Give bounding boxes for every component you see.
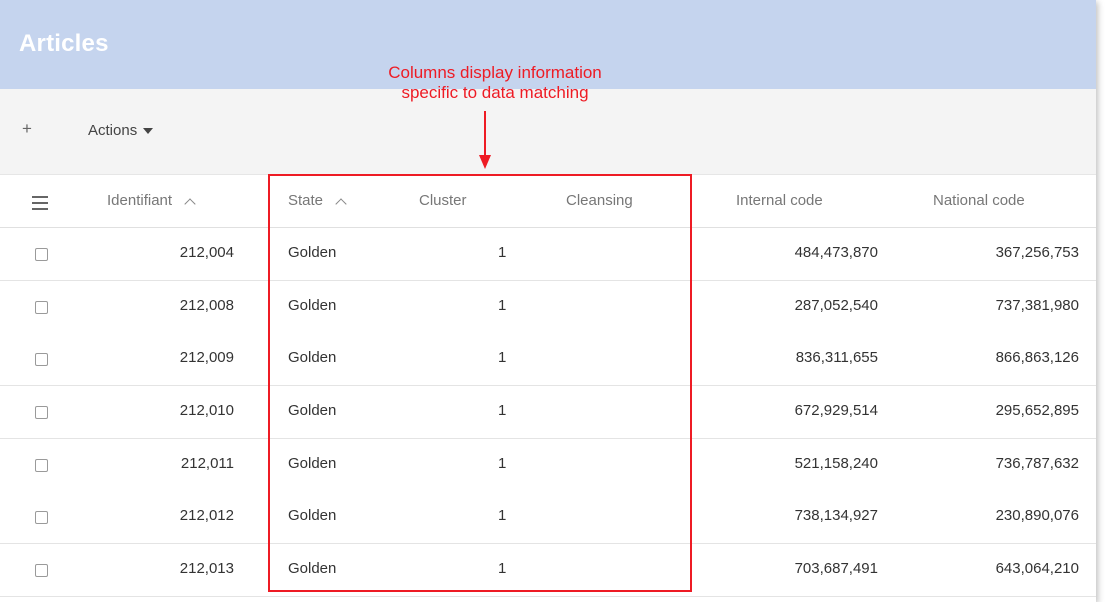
column-header-identifiant[interactable]: Identifiant [107, 192, 196, 210]
table-row[interactable]: 212,012 Golden 1 738,134,927 230,890,076 [0, 491, 1096, 544]
column-label: Identifiant [107, 192, 173, 209]
cell-state: Golden [288, 507, 337, 524]
table-row[interactable]: 212,004 Golden 1 484,473,870 367,256,753 [0, 228, 1096, 281]
row-checkbox[interactable] [35, 459, 48, 472]
chevron-up-icon [335, 198, 347, 210]
cell-cluster: 1 [498, 560, 507, 577]
column-header-national-code[interactable]: National code [933, 192, 1025, 209]
cell-national-code: 295,652,895 [995, 402, 1079, 419]
cell-national-code: 736,787,632 [995, 455, 1079, 472]
column-header-cleansing[interactable]: Cleansing [566, 192, 633, 209]
caret-down-icon [143, 128, 154, 135]
column-label: State [288, 192, 324, 209]
cell-identifiant: 212,009 [179, 349, 234, 366]
cell-national-code: 643,064,210 [995, 560, 1079, 577]
table-row[interactable]: 212,013 Golden 1 703,687,491 643,064,210 [0, 544, 1096, 597]
cell-national-code: 230,890,076 [995, 507, 1079, 524]
cell-national-code: 866,863,126 [995, 349, 1079, 366]
cell-cluster: 1 [498, 507, 507, 524]
hamburger-icon[interactable] [32, 196, 48, 214]
chevron-up-icon [184, 198, 196, 210]
row-checkbox[interactable] [35, 353, 48, 366]
cell-internal-code: 738,134,927 [794, 507, 878, 524]
row-checkbox[interactable] [35, 511, 48, 524]
add-button[interactable]: + [22, 119, 32, 139]
table-row[interactable]: 212,010 Golden 1 672,929,514 295,652,895 [0, 386, 1096, 439]
cell-identifiant: 212,004 [179, 244, 234, 261]
table-row[interactable]: 212,011 Golden 1 521,158,240 736,787,632 [0, 439, 1096, 492]
actions-dropdown[interactable]: Actions [88, 122, 154, 139]
cell-state: Golden [288, 349, 337, 366]
column-header-cluster[interactable]: Cluster [419, 192, 467, 209]
cell-identifiant: 212,010 [179, 402, 234, 419]
cell-internal-code: 484,473,870 [794, 244, 878, 261]
cell-cluster: 1 [498, 244, 507, 261]
row-checkbox[interactable] [35, 248, 48, 261]
annotation-line-1: Columns display information [388, 63, 602, 82]
cell-state: Golden [288, 244, 337, 261]
cell-internal-code: 287,052,540 [794, 297, 878, 314]
cell-internal-code: 672,929,514 [794, 402, 878, 419]
cell-national-code: 737,381,980 [995, 297, 1079, 314]
cell-identifiant: 212,011 [180, 455, 234, 472]
cell-state: Golden [288, 297, 337, 314]
cell-national-code: 367,256,753 [995, 244, 1079, 261]
table-row[interactable]: 212,009 Golden 1 836,311,655 866,863,126 [0, 333, 1096, 386]
cell-cluster: 1 [498, 349, 507, 366]
cell-state: Golden [288, 455, 337, 472]
articles-window: Articles + Actions Identifiant State Clu… [0, 0, 1096, 602]
table-row[interactable]: 212,008 Golden 1 287,052,540 737,381,980 [0, 281, 1096, 334]
row-checkbox[interactable] [35, 301, 48, 314]
actions-label: Actions [88, 122, 138, 139]
row-checkbox[interactable] [35, 564, 48, 577]
cell-cluster: 1 [498, 402, 507, 419]
page-title: Articles [19, 30, 109, 57]
cell-state: Golden [288, 560, 337, 577]
annotation-arrow-line [484, 111, 486, 157]
annotation-line-2: specific to data matching [401, 83, 589, 102]
table-header: Identifiant State Cluster Cleansing Inte… [0, 175, 1096, 228]
cell-identifiant: 212,008 [179, 297, 234, 314]
cell-identifiant: 212,012 [179, 507, 234, 524]
column-header-state[interactable]: State [288, 192, 347, 210]
cell-cluster: 1 [498, 297, 507, 314]
cell-identifiant: 212,013 [179, 560, 234, 577]
cell-cluster: 1 [498, 455, 507, 472]
cell-internal-code: 521,158,240 [794, 455, 878, 472]
arrow-down-icon [479, 155, 491, 169]
row-checkbox[interactable] [35, 406, 48, 419]
annotation-text: Columns display information specific to … [335, 63, 655, 103]
cell-internal-code: 836,311,655 [795, 349, 878, 366]
column-header-internal-code[interactable]: Internal code [736, 192, 823, 209]
cell-internal-code: 703,687,491 [794, 560, 878, 577]
cell-state: Golden [288, 402, 337, 419]
